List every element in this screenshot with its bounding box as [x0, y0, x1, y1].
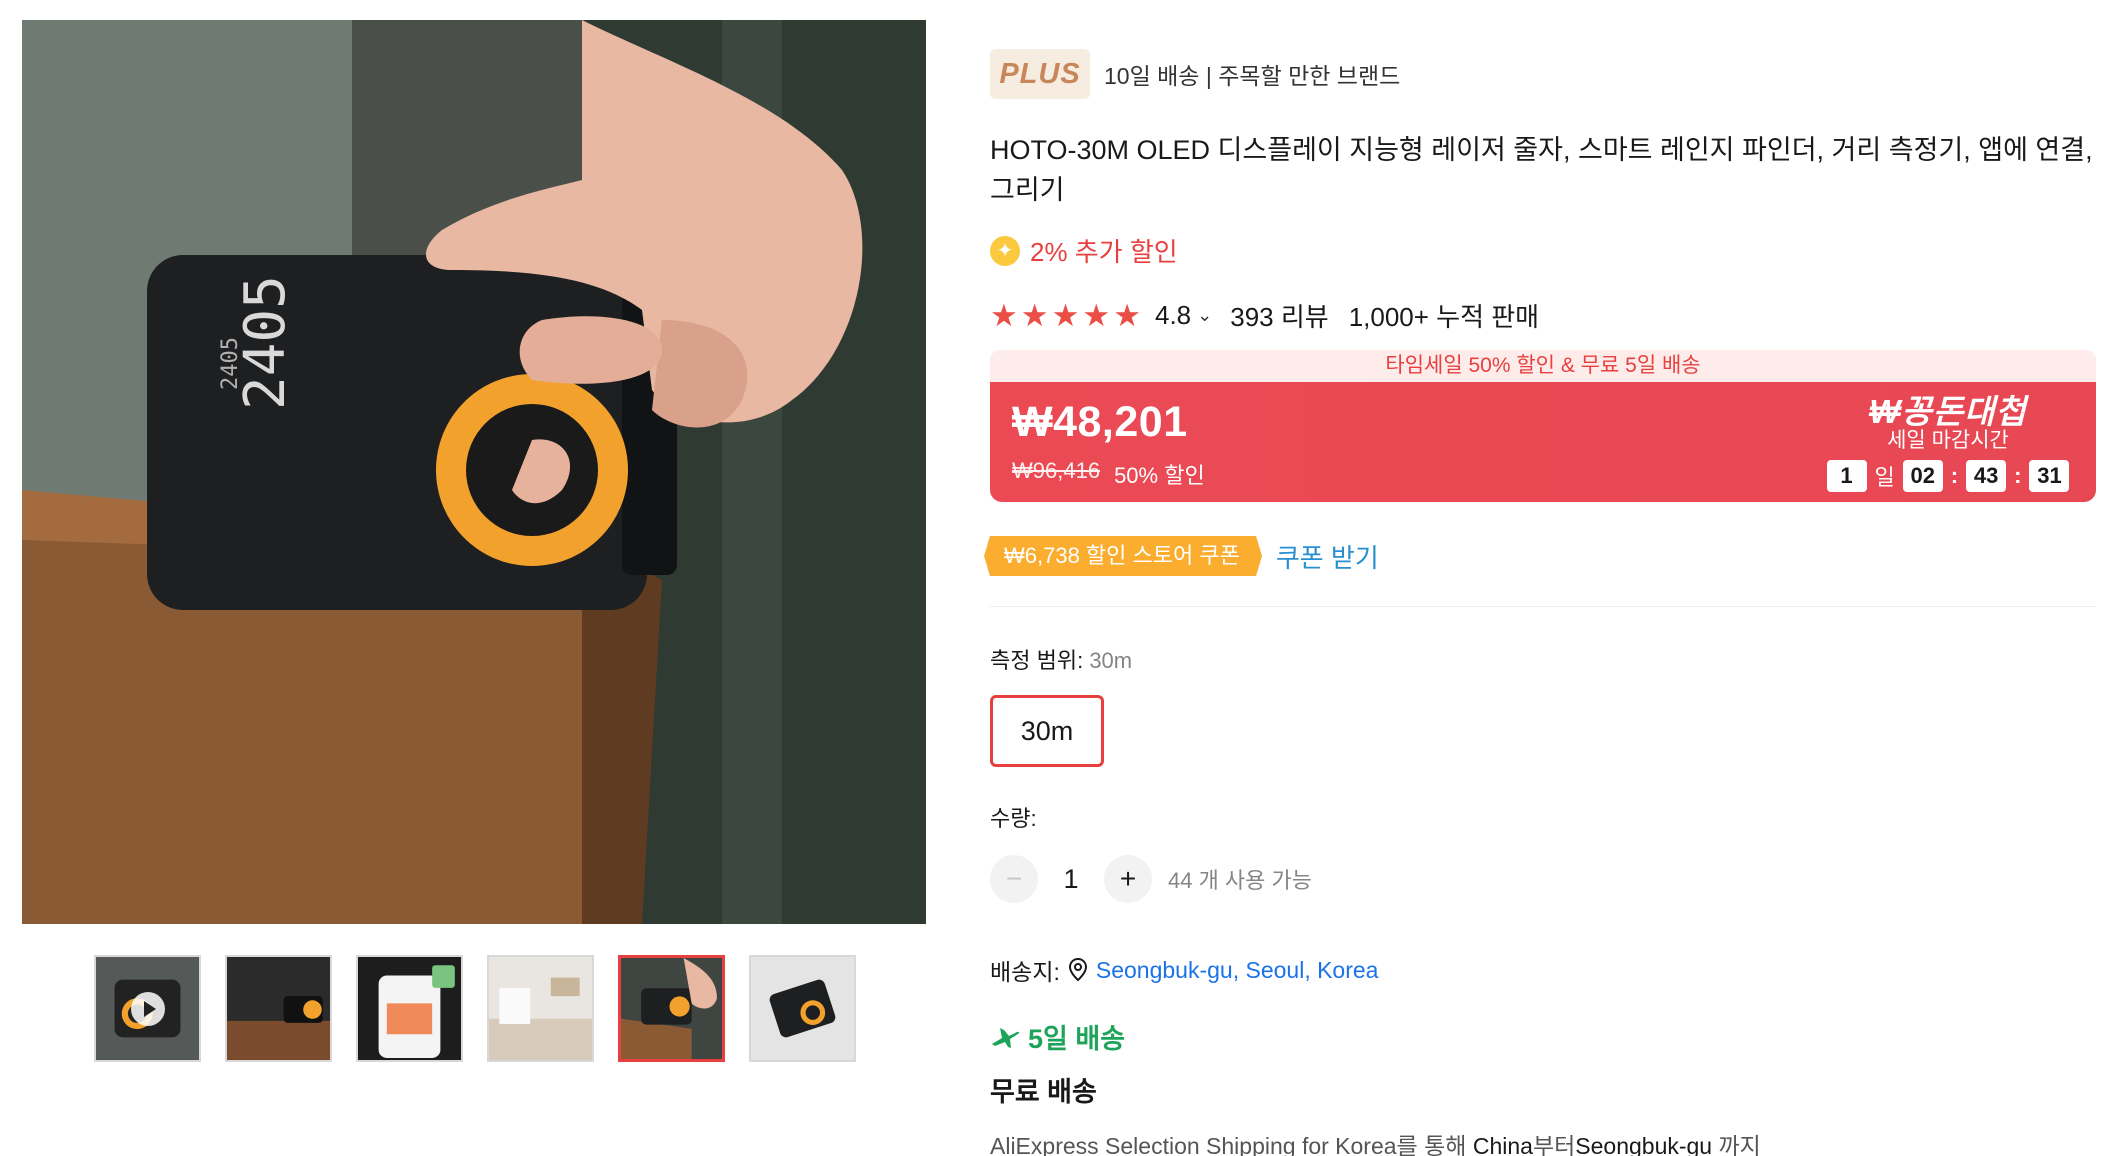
store-coupon-tag[interactable]: ₩6,738 할인 스토어 쿠폰: [984, 536, 1262, 576]
countdown-timer: 1 일 02 : 43 : 31: [1824, 460, 2072, 492]
svg-text:2405: 2405: [218, 337, 243, 390]
quantity-section: 수량: − 1 + 44 개 사용 가능: [990, 801, 2096, 903]
countdown-separator: :: [2014, 463, 2022, 488]
time-sale-banner: 타임세일 50% 할인 & 무료 5일 배송: [990, 350, 2096, 382]
shipping-detail: AliExpress Selection Shipping for Korea를…: [990, 1127, 2096, 1156]
price-box: ₩48,201 ₩96,416 50% 할인 ₩꽁돈대첩 세일 마감시간 1 일…: [990, 382, 2096, 502]
measurement-range-section: 측정 범위: 30m 30m: [990, 643, 2096, 767]
thumbnail-image: [358, 957, 461, 1060]
star-icon: ★: [1082, 298, 1111, 333]
thumbnail-image: [751, 957, 854, 1060]
thumbnail-video[interactable]: [94, 955, 201, 1062]
play-icon[interactable]: [130, 991, 165, 1026]
thumbnail-4[interactable]: [487, 955, 594, 1062]
fast-delivery: 5일 배송: [990, 1017, 2096, 1056]
range-selected-value: 30m: [1089, 648, 1133, 673]
thumbnail-image: [227, 957, 330, 1060]
countdown-hours: 02: [1902, 460, 1943, 492]
shipping-detail-suffix: 까지: [1712, 1133, 1761, 1156]
rating-dropdown[interactable]: 4.8 ⌄: [1155, 300, 1230, 331]
shipping-detail-prefix: AliExpress Selection Shipping for Korea를…: [990, 1133, 1473, 1156]
plus-icon[interactable]: +: [1104, 855, 1152, 903]
quantity-stepper: − 1 + 44 개 사용 가능: [990, 855, 2096, 903]
star-icon: ★: [990, 298, 1018, 333]
range-option-30m[interactable]: 30m: [990, 695, 1104, 767]
shipping-detail-mid: 부터: [1532, 1133, 1576, 1156]
quantity-value[interactable]: 1: [1038, 864, 1104, 895]
ship-location-link[interactable]: Seongbuk-gu, Seoul, Korea: [1096, 957, 1379, 984]
thumbnail-6[interactable]: [749, 955, 856, 1062]
star-icon: ★: [1051, 298, 1080, 333]
fast-delivery-label: 5일 배송: [1028, 1024, 1126, 1054]
countdown-day-unit: 일: [1874, 465, 1895, 490]
range-label-row: 측정 범위: 30m: [990, 643, 2096, 675]
brand-tags: 10일 배송 | 주목할 만한 브랜드: [1104, 63, 1401, 89]
thumbnail-5-selected[interactable]: [618, 955, 725, 1062]
coupon-row: ₩6,738 할인 스토어 쿠폰 쿠폰 받기: [984, 536, 2096, 607]
thumbnail-strip: [94, 955, 856, 1062]
star-icon: ★: [1113, 298, 1141, 333]
chevron-down-icon: ⌄: [1197, 305, 1213, 325]
thumbnail-image: [489, 957, 592, 1060]
quantity-label: 수량:: [990, 806, 1037, 831]
ship-to-label: 배송지:: [990, 959, 1060, 985]
sale-countdown: ₩꽁돈대첩 세일 마감시간 1 일 02 : 43 : 31: [1824, 394, 2072, 492]
star-icon: ★: [1020, 298, 1049, 333]
plane-icon: [992, 1027, 1020, 1048]
product-title: HOTO-30M OLED 디스플레이 지능형 레이저 줄자, 스마트 레인지 …: [990, 135, 2093, 205]
price-sub: ₩96,416 50% 할인: [1012, 458, 1205, 490]
countdown-label: 세일 마감시간: [1887, 429, 2009, 452]
product-photo: 2405 2405: [22, 20, 926, 924]
campaign-logo: ₩꽁돈대첩: [1869, 393, 2027, 430]
product-info: PLUS 10일 배송 | 주목할 만한 브랜드 HOTO-30M OLED 디…: [984, 48, 2096, 1156]
thumbnail-3[interactable]: [356, 955, 463, 1062]
shipping-origin: China: [1472, 1133, 1533, 1156]
discount-percent: 50% 할인: [1114, 463, 1205, 488]
sold-count: 1,000+ 누적 판매: [1348, 302, 1540, 332]
brand-row: PLUS 10일 배송 | 주목할 만한 브랜드: [990, 48, 2096, 100]
current-price: ₩48,201: [1012, 398, 1188, 446]
shipping-destination: Seongbuk-gu: [1575, 1133, 1713, 1156]
available-stock: 44 개 사용 가능: [1168, 868, 1313, 893]
free-shipping: 무료 배송: [990, 1077, 1097, 1107]
get-coupon-link[interactable]: 쿠폰 받기: [1276, 538, 1379, 575]
thumbnail-2[interactable]: [225, 955, 332, 1062]
rating-row: ★ ★ ★ ★ ★ 4.8 ⌄ 393 리뷰 1,000+ 누적 판매: [990, 297, 2096, 334]
countdown-minutes: 43: [1966, 460, 2007, 492]
main-product-image[interactable]: 2405 2405: [22, 20, 926, 924]
rating-value: 4.8: [1154, 300, 1192, 330]
location-pin-icon: [1068, 958, 1087, 982]
ship-to-row: 배송지: Seongbuk-gu, Seoul, Korea: [990, 953, 2096, 987]
plus-logo: PLUS: [990, 49, 1090, 99]
countdown-seconds: 31: [2029, 460, 2070, 492]
thumbnail-image: [621, 958, 722, 1059]
original-price: ₩96,416: [1012, 458, 1101, 483]
minus-icon[interactable]: −: [990, 855, 1038, 903]
countdown-separator: :: [1950, 463, 1959, 488]
countdown-days: 1: [1826, 460, 1867, 492]
sparkle-icon: ✦: [990, 235, 1020, 266]
extra-discount[interactable]: ✦ 2% 추가 할인: [990, 232, 2096, 269]
review-count[interactable]: 393 리뷰: [1230, 297, 1328, 334]
range-label: 측정 범위:: [990, 648, 1084, 673]
rating-stars: ★ ★ ★ ★ ★: [990, 300, 1141, 331]
extra-discount-label: 2% 추가 할인: [1030, 237, 1178, 267]
